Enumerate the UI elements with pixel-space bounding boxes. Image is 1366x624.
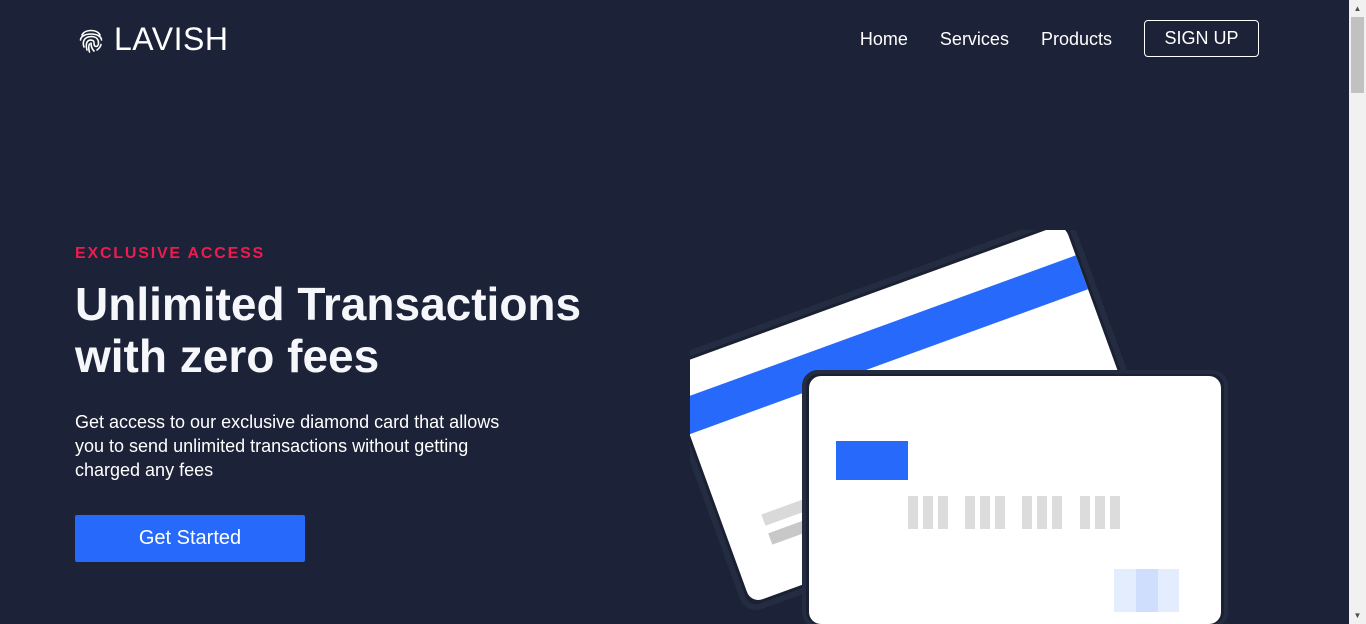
signup-button[interactable]: SIGN UP [1144, 20, 1259, 57]
scrollbar-thumb[interactable] [1351, 17, 1364, 93]
hero-description: Get access to our exclusive diamond card… [75, 412, 500, 480]
nav-menu: Home Services Products SIGN UP [828, 20, 1259, 57]
triangle-up-icon[interactable]: ▲ [1349, 0, 1366, 17]
navbar: LAVISH Home Services Products SIGN UP [0, 0, 1349, 78]
hero-eyebrow: EXCLUSIVE ACCESS [75, 245, 266, 262]
fingerprint-icon [79, 29, 103, 53]
credit-cards-illustration [690, 230, 1228, 624]
page: LAVISH Home Services Products SIGN UP EX… [0, 0, 1349, 624]
nav-link-services[interactable]: Services [940, 21, 1009, 57]
front-card-illustration [802, 370, 1228, 624]
vertical-scrollbar[interactable]: ▲ ▼ [1349, 0, 1366, 624]
hero-headline-line-2: with zero fees [75, 330, 380, 382]
brand-name: LAVISH [114, 21, 229, 57]
hero-headline: Unlimited Transactions with zero fees [75, 278, 635, 382]
hero-content: EXCLUSIVE ACCESS Unlimited Transactions … [75, 244, 635, 482]
nav-link-home[interactable]: Home [860, 21, 908, 57]
brand-logo[interactable]: LAVISH [77, 20, 228, 58]
get-started-button[interactable]: Get Started [75, 515, 305, 562]
triangle-down-icon[interactable]: ▼ [1349, 607, 1366, 624]
nav-link-products[interactable]: Products [1041, 21, 1112, 57]
hero-headline-line-1: Unlimited Transactions [75, 278, 582, 330]
